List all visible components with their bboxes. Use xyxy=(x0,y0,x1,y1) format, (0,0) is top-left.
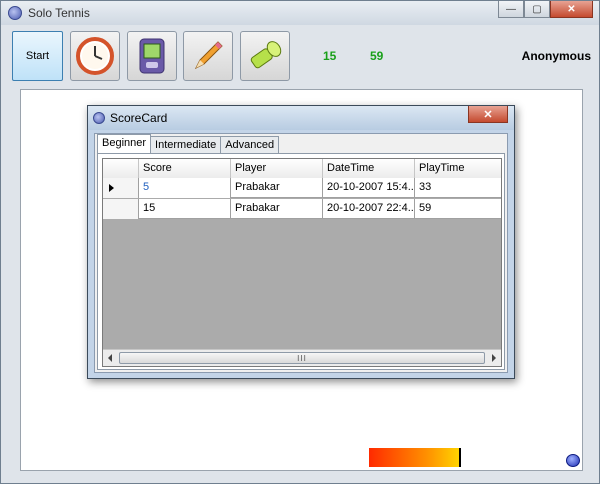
cell-player[interactable]: Prabakar xyxy=(231,178,323,198)
cell-score[interactable]: 5 xyxy=(139,178,231,198)
tab-intermediate[interactable]: Intermediate xyxy=(150,136,222,153)
flashlight-button[interactable] xyxy=(240,31,290,81)
column-header-score[interactable]: Score xyxy=(139,159,231,178)
table-row[interactable]: 15 Prabakar 20-10-2007 22:4... 59 xyxy=(103,199,501,219)
toolbar: Start 15 59 Anonymous xyxy=(7,29,595,83)
cell-score[interactable]: 15 xyxy=(139,199,231,219)
pencil-icon xyxy=(194,41,223,70)
title-bar[interactable]: Solo Tennis — ▢ ✕ xyxy=(1,1,599,25)
main-window: Solo Tennis — ▢ ✕ Start 15 59 Anonymous … xyxy=(0,0,600,484)
handheld-device-icon xyxy=(139,38,165,74)
score-grid: Score Player DateTime PlayTime 5 Prabaka… xyxy=(102,158,502,367)
flashlight-icon xyxy=(250,41,282,69)
time-value: 59 xyxy=(370,49,384,63)
grid-header: Score Player DateTime PlayTime xyxy=(103,159,501,178)
app-icon xyxy=(8,6,22,20)
column-header-playtime[interactable]: PlayTime xyxy=(415,159,501,178)
cell-datetime[interactable]: 20-10-2007 15:4... xyxy=(323,178,415,198)
pencil-button[interactable] xyxy=(183,31,233,81)
scroll-left-icon[interactable] xyxy=(108,354,112,362)
clock-button[interactable] xyxy=(70,31,120,81)
power-meter xyxy=(369,448,461,467)
ball-icon xyxy=(566,454,580,467)
close-button[interactable]: ✕ xyxy=(550,1,593,18)
clock-icon xyxy=(76,37,114,75)
scorecard-title: ScoreCard xyxy=(110,111,168,125)
scorecard-titlebar[interactable]: ScoreCard ✕ xyxy=(88,106,514,130)
column-header-player[interactable]: Player xyxy=(231,159,323,178)
scorecard-body: Beginner Intermediate Advanced Score Pla… xyxy=(94,133,508,373)
current-row-arrow-icon xyxy=(109,184,114,192)
column-header-datetime[interactable]: DateTime xyxy=(323,159,415,178)
row-header-corner xyxy=(103,159,139,178)
cell-player[interactable]: Prabakar xyxy=(231,199,323,219)
row-header[interactable] xyxy=(103,178,139,198)
scorecard-dialog: ScoreCard ✕ Beginner Intermediate Advanc… xyxy=(87,105,515,379)
level-tabs: Beginner Intermediate Advanced xyxy=(97,134,280,153)
maximize-button[interactable]: ▢ xyxy=(524,1,550,18)
player-name: Anonymous xyxy=(521,49,591,63)
cell-playtime[interactable]: 59 xyxy=(415,199,501,219)
minimize-button[interactable]: — xyxy=(498,1,524,18)
cell-datetime[interactable]: 20-10-2007 22:4... xyxy=(323,199,415,219)
device-button[interactable] xyxy=(127,31,177,81)
table-row[interactable]: 5 Prabakar 20-10-2007 15:4... 33 xyxy=(103,178,501,198)
tab-beginner[interactable]: Beginner xyxy=(97,134,152,153)
window-title: Solo Tennis xyxy=(28,6,90,20)
scroll-right-icon[interactable] xyxy=(492,354,496,362)
scorecard-close-button[interactable]: ✕ xyxy=(468,106,508,123)
cell-playtime[interactable]: 33 xyxy=(415,178,501,198)
scorecard-icon xyxy=(93,112,105,124)
scroll-thumb[interactable]: III xyxy=(119,352,485,364)
score-value: 15 xyxy=(323,49,337,63)
row-header[interactable] xyxy=(103,199,139,219)
horizontal-scrollbar[interactable]: III xyxy=(103,349,501,366)
tab-advanced[interactable]: Advanced xyxy=(220,136,280,153)
tab-page-beginner: Score Player DateTime PlayTime 5 Prabaka… xyxy=(97,153,505,370)
window-controls: — ▢ ✕ xyxy=(498,1,593,18)
start-button[interactable]: Start xyxy=(12,31,63,81)
